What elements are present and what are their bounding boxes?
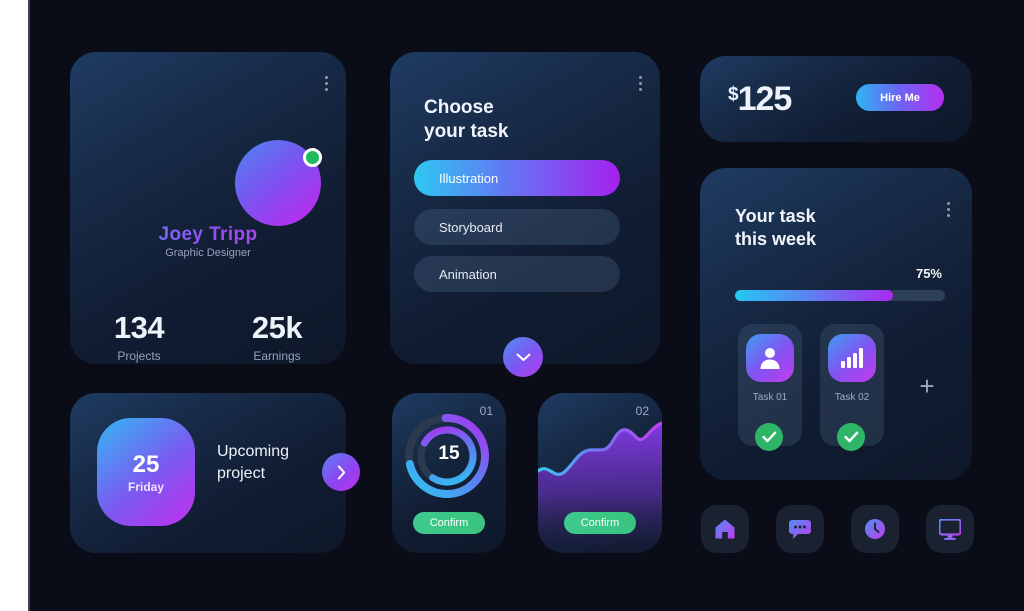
- date-day: 25: [132, 450, 160, 478]
- progress-bar-fill: [735, 290, 893, 301]
- task-01-check-badge: [755, 423, 783, 451]
- upcoming-title: Upcoming project: [217, 441, 289, 484]
- choose-task-title: Choose your task: [424, 96, 508, 143]
- mini-card-02-number: 02: [635, 404, 649, 418]
- app-screen: Joey Tripp Graphic Designer 134 Projects…: [0, 0, 1024, 611]
- stat-projects: 134 Projects: [70, 310, 208, 363]
- upcoming-title-line1: Upcoming: [217, 443, 290, 460]
- task-option-storyboard-label: Storyboard: [439, 219, 503, 235]
- stat-projects-label: Projects: [117, 349, 161, 363]
- confirm-button-01-label: Confirm: [429, 517, 469, 529]
- profile-name: Joey Tripp: [70, 224, 346, 246]
- user-icon: [760, 348, 780, 369]
- mini-card-01: 01 15 Confirm: [392, 393, 506, 553]
- confirm-button-01[interactable]: Confirm: [413, 512, 485, 534]
- avatar[interactable]: [235, 140, 322, 226]
- chevron-right-icon: [337, 465, 345, 479]
- profile-role: Graphic Designer: [165, 247, 251, 259]
- progress-bar-track[interactable]: [735, 290, 945, 301]
- monitor-icon: [939, 518, 961, 540]
- task-02-label: Task 02: [834, 392, 870, 403]
- choose-task-card: Choose your task Illustration Storyboard…: [390, 52, 660, 364]
- upcoming-title-line2: project: [217, 464, 266, 482]
- profile-stats: 134 Projects 25k Earnings: [70, 310, 346, 363]
- week-task-title-line2: this week: [735, 229, 817, 250]
- expand-tasks-button[interactable]: [503, 337, 543, 377]
- upcoming-next-button[interactable]: [322, 453, 360, 491]
- task-option-animation[interactable]: Animation: [414, 256, 620, 292]
- more-vertical-icon[interactable]: [947, 202, 950, 217]
- chat-icon: [789, 519, 811, 539]
- nav-clock[interactable]: [851, 505, 899, 553]
- clock-icon: [865, 519, 885, 539]
- check-icon: [843, 431, 858, 443]
- task-tile-01[interactable]: Task 01: [738, 324, 802, 451]
- check-icon: [761, 431, 776, 443]
- task-02-icon-bg: [828, 334, 876, 382]
- confirm-button-02[interactable]: Confirm: [564, 512, 636, 534]
- hire-me-label: Hire Me: [880, 91, 920, 104]
- week-task-card: Your task this week 75% Task 01 Task 02 …: [700, 168, 972, 480]
- week-task-title: Your task this week: [735, 205, 816, 252]
- task-option-illustration-label: Illustration: [439, 170, 499, 186]
- task-option-animation-label: Animation: [439, 266, 497, 282]
- status-online-dot: [303, 148, 322, 167]
- task-01-icon-bg: [746, 334, 794, 382]
- nav-monitor[interactable]: [926, 505, 974, 553]
- stat-earnings: 25k Earnings: [208, 310, 346, 363]
- nav-home[interactable]: [701, 505, 749, 553]
- date-weekday: Friday: [127, 479, 164, 494]
- week-task-title-line1: Your task: [735, 206, 816, 226]
- task-option-storyboard[interactable]: Storyboard: [414, 209, 620, 245]
- mini-card-01-center-value: 15: [438, 443, 460, 464]
- stat-projects-value: 134: [113, 310, 165, 345]
- price-currency: $: [728, 84, 739, 105]
- mini-card-02: 02 Confirm: [538, 393, 662, 553]
- hire-me-button[interactable]: Hire Me: [856, 84, 944, 111]
- choose-task-title-line1: Choose: [424, 97, 494, 118]
- task-tile-02[interactable]: Task 02: [820, 324, 884, 451]
- choose-task-title-line2: your task: [424, 120, 509, 142]
- confirm-button-02-label: Confirm: [580, 517, 620, 529]
- price-card: $125 Hire Me: [700, 56, 972, 142]
- task-option-illustration[interactable]: Illustration: [414, 160, 620, 196]
- task-02-check-badge: [837, 423, 865, 451]
- price-amount: $125: [728, 80, 793, 119]
- progress-percent-label: 75%: [915, 266, 942, 281]
- bar-chart-icon: [841, 348, 863, 368]
- add-task-button[interactable]: +: [915, 373, 939, 399]
- more-vertical-icon[interactable]: [639, 76, 642, 91]
- task-01-label: Task 01: [752, 392, 788, 403]
- chevron-down-icon: [516, 353, 530, 361]
- profile-card: Joey Tripp Graphic Designer 134 Projects…: [70, 52, 346, 364]
- home-icon: [715, 519, 735, 539]
- stat-earnings-value: 25k: [251, 310, 303, 345]
- page-strip-edge: [28, 0, 30, 611]
- page-left-strip: [0, 0, 28, 611]
- nav-chat[interactable]: [776, 505, 824, 553]
- stat-earnings-label: Earnings: [253, 349, 301, 363]
- date-tile: 25 Friday: [97, 418, 195, 526]
- more-vertical-icon[interactable]: [325, 76, 328, 91]
- price-value: 125: [737, 80, 793, 118]
- upcoming-project-card: 25 Friday Upcoming project: [70, 393, 346, 553]
